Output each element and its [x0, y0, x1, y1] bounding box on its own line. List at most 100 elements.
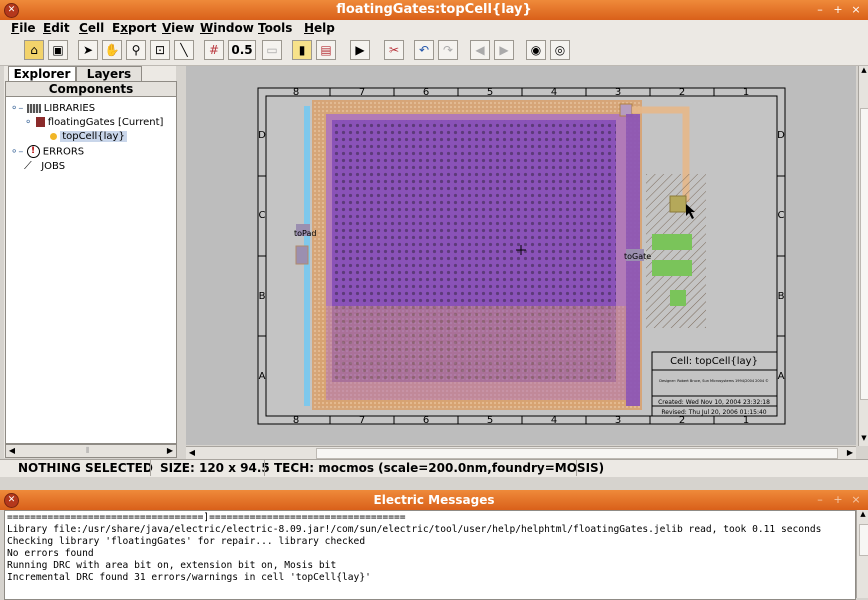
tree-item-errors[interactable]: ⚬– ! ERRORS: [10, 145, 84, 158]
col-label: 5: [487, 87, 493, 98]
col-label: 3: [615, 415, 621, 426]
row-label: A: [778, 371, 785, 382]
tree-item-libraries[interactable]: ⚬– LIBRARIES: [10, 103, 95, 114]
row-label: B: [259, 291, 266, 302]
message-line: No errors found: [7, 548, 94, 559]
menu-cell[interactable]: Cell: [79, 21, 104, 35]
message-line: ==================================]=====…: [7, 512, 406, 523]
col-label: 2: [679, 87, 685, 98]
tree-item-cell[interactable]: topCell{lay}: [50, 131, 127, 142]
col-label: 3: [615, 87, 621, 98]
library-icon: [35, 117, 45, 127]
close-icon[interactable]: ×: [848, 493, 864, 507]
menu-help[interactable]: Help: [304, 21, 335, 35]
open-library-icon[interactable]: ⌂: [24, 40, 44, 60]
layout-svg: 8 7 6 5 4 3 2 1 8 7 6 5 4 3 2 1 D C B A …: [257, 87, 786, 426]
row-label: D: [777, 130, 785, 141]
expand-icon[interactable]: ⚬–: [10, 103, 23, 114]
row-label: D: [258, 130, 266, 141]
message-line: Running DRC with area bit on, extension …: [7, 560, 337, 571]
message-line: Checking library 'floatingGates' for rep…: [7, 536, 366, 547]
undo-icon[interactable]: ↶: [414, 40, 434, 60]
scroll-thumb[interactable]: [316, 448, 838, 459]
menu-tools[interactable]: Tools: [258, 21, 292, 35]
title-block-revised: Revised: Thu Jul 20, 2006 01:15:40: [661, 409, 766, 416]
show-eye-icon[interactable]: ◉: [526, 40, 546, 60]
messages-title: Electric Messages: [373, 493, 495, 507]
col-label: 7: [359, 415, 365, 426]
expand-icon[interactable]: ⚬: [24, 117, 32, 128]
tab-layers[interactable]: Layers: [76, 66, 142, 82]
wire-tool-icon[interactable]: ╲: [174, 40, 194, 60]
col-label: 2: [679, 415, 685, 426]
messages-text-area[interactable]: ==================================]=====…: [4, 510, 856, 600]
row-label: B: [778, 291, 785, 302]
message-line: Incremental DRC found 31 errors/warnings…: [7, 572, 371, 583]
explorer-hscrollbar[interactable]: ◀ ⦀ ▶: [5, 444, 177, 458]
grid-icon[interactable]: #: [204, 40, 224, 60]
zoom-icon[interactable]: ⚲: [126, 40, 146, 60]
scroll-thumb[interactable]: [859, 524, 868, 556]
row-label: A: [259, 371, 266, 382]
explorer-tree: ⚬– LIBRARIES ⚬ floatingGates [Current] t…: [5, 96, 177, 444]
layout-canvas[interactable]: 8 7 6 5 4 3 2 1 8 7 6 5 4 3 2 1 D C B A …: [186, 66, 856, 445]
status-tech: TECH: mocmos (scale=200.0nm,foundry=MOSI…: [274, 461, 605, 475]
scroll-left-icon[interactable]: ◀: [186, 447, 198, 459]
message-line: Library file:/usr/share/java/electric/el…: [7, 524, 822, 535]
save-icon[interactable]: ▣: [48, 40, 68, 60]
scroll-right-icon[interactable]: ▶: [844, 447, 856, 459]
libraries-icon: [26, 103, 41, 113]
menu-view[interactable]: View: [162, 21, 194, 35]
tools-icon[interactable]: ✂: [384, 40, 404, 60]
back-icon[interactable]: ◀: [470, 40, 490, 60]
scroll-up-icon[interactable]: ▲: [857, 510, 868, 522]
cursor-mode-icon[interactable]: ▶: [350, 40, 370, 60]
window-title: floatingGates:topCell{lay}: [336, 2, 532, 17]
explorer-panel: Explorer Layers Components ⚬– LIBRARIES …: [4, 66, 177, 458]
status-bar: NOTHING SELECTED SIZE: 120 x 94.5 TECH: …: [0, 459, 868, 477]
maximize-icon[interactable]: +: [830, 3, 846, 17]
forward-icon[interactable]: ▶: [494, 40, 514, 60]
col-label: 4: [551, 87, 557, 98]
hide-eye-icon[interactable]: ◎: [550, 40, 570, 60]
expand-icon[interactable]: ⚬–: [10, 147, 23, 158]
minimize-icon[interactable]: –: [812, 493, 828, 507]
tree-item-jobs[interactable]: ⟋ JOBS: [24, 159, 65, 173]
status-size: SIZE: 120 x 94.5: [160, 461, 270, 475]
maximize-icon[interactable]: +: [830, 493, 846, 507]
canvas-hscrollbar[interactable]: ◀ ▶: [186, 446, 856, 459]
scale-field[interactable]: 0.5: [228, 40, 256, 60]
col-label: 6: [423, 415, 429, 426]
menu-export[interactable]: Export: [112, 21, 156, 35]
zoom-fit-icon[interactable]: ⊡: [150, 40, 170, 60]
minimize-icon[interactable]: –: [812, 3, 828, 17]
col-label: 4: [551, 415, 557, 426]
title-block-created: Created: Wed Nov 10, 2004 23:32:18: [658, 399, 770, 406]
menu-window[interactable]: Window: [200, 21, 254, 35]
pan-hand-icon[interactable]: ✋: [102, 40, 122, 60]
menu-file[interactable]: File: [11, 21, 36, 35]
scroll-right-icon[interactable]: ▶: [164, 445, 176, 457]
redo-icon[interactable]: ↷: [438, 40, 458, 60]
export-label-togate: toGate: [624, 252, 651, 261]
scroll-down-icon[interactable]: ▼: [859, 434, 868, 446]
col-label: 1: [743, 87, 749, 98]
menu-bar: File Edit Cell Export View Window Tools …: [0, 20, 868, 37]
select-arrow-icon[interactable]: ➤: [78, 40, 98, 60]
scroll-left-icon[interactable]: ◀: [6, 445, 18, 457]
menu-edit[interactable]: Edit: [43, 21, 70, 35]
title-block-designer: Designer: Robert Bruce, Sun Microsystems…: [659, 379, 769, 383]
scroll-thumb[interactable]: ⦀: [86, 446, 98, 455]
scroll-thumb[interactable]: [860, 108, 868, 400]
canvas-vscrollbar[interactable]: ▲ ▼: [858, 66, 868, 446]
row-label: C: [259, 210, 266, 221]
col-label: 6: [423, 87, 429, 98]
scroll-up-icon[interactable]: ▲: [859, 66, 868, 78]
tab-explorer[interactable]: Explorer: [8, 66, 76, 82]
close-icon[interactable]: ×: [848, 3, 864, 17]
full-grid-icon[interactable]: ▭: [262, 40, 282, 60]
place-node-icon[interactable]: ▤: [316, 40, 336, 60]
tree-item-library[interactable]: ⚬ floatingGates [Current]: [24, 117, 163, 128]
outline-edit-icon[interactable]: ▮: [292, 40, 312, 60]
messages-vscrollbar[interactable]: ▲: [856, 510, 868, 598]
